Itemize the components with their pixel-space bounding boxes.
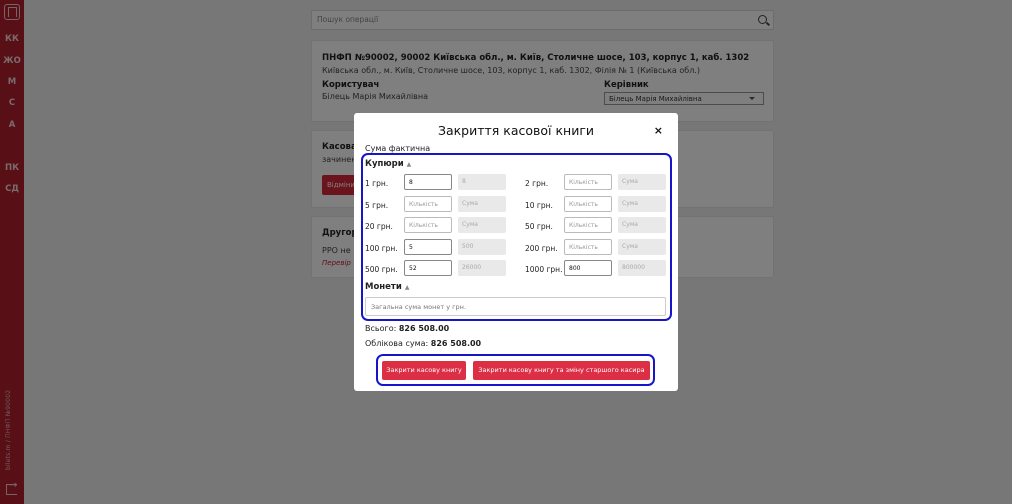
- bill-qty-input[interactable]: 5: [404, 239, 452, 255]
- bill-qty-input[interactable]: 8: [404, 174, 452, 190]
- coins-total-input[interactable]: Загальна сума монет у грн.: [365, 297, 666, 316]
- bill-qty-input[interactable]: Кількість: [404, 217, 452, 233]
- chevron-up-icon: ▲: [404, 284, 410, 291]
- bill-qty-input[interactable]: Кількість: [404, 196, 452, 212]
- total-value: 826 508.00: [398, 324, 450, 333]
- bill-label: 500 грн.: [365, 265, 398, 274]
- total-row: Всього: 826 508.00: [365, 324, 449, 333]
- bill-sum-field: Сума: [618, 196, 666, 212]
- close-icon[interactable]: ×: [654, 124, 663, 137]
- bill-qty-input[interactable]: Кількість: [564, 239, 612, 255]
- bill-sum-field: Сума: [618, 239, 666, 255]
- bills-header[interactable]: Купюри ▲: [365, 159, 411, 169]
- bill-label: 100 грн.: [365, 244, 398, 253]
- bill-label: 1000 грн.: [525, 265, 563, 274]
- bill-sum-field: Сума: [458, 196, 506, 212]
- close-cashbook-button[interactable]: Закрити касову книгу: [382, 361, 466, 380]
- modal-title: Закриття касової книги: [437, 123, 595, 138]
- bill-sum-field: 8: [458, 174, 506, 190]
- bills-header-label: Купюри: [365, 159, 404, 169]
- bill-sum-field: 500: [458, 239, 506, 255]
- bill-qty-input[interactable]: Кількість: [564, 174, 612, 190]
- bill-sum-field: Сума: [458, 217, 506, 233]
- account-sum-value: 826 508.00: [430, 339, 482, 348]
- account-sum-label: Облікова сума:: [365, 339, 429, 348]
- bill-label: 5 грн.: [365, 201, 389, 210]
- bill-qty-input[interactable]: Кількість: [564, 196, 612, 212]
- coins-header-label: Монети: [365, 282, 402, 292]
- bill-qty-input[interactable]: 52: [404, 260, 452, 276]
- bill-sum-field: Сума: [618, 174, 666, 190]
- close-cashbook-and-shift-button[interactable]: Закрити касову книгу та зміну старшого к…: [473, 361, 650, 380]
- bill-label: 1 грн.: [365, 179, 389, 188]
- total-label: Всього:: [365, 324, 397, 333]
- bill-label: 10 грн.: [525, 201, 553, 210]
- bill-qty-input[interactable]: Кількість: [564, 217, 612, 233]
- bill-label: 2 грн.: [525, 179, 549, 188]
- actual-sum-label: Сума фактична: [365, 144, 431, 153]
- bill-label: 20 грн.: [365, 222, 393, 231]
- bill-label: 50 грн.: [525, 222, 553, 231]
- close-cashbook-modal: Закриття касової книги × Сума фактична К…: [354, 113, 678, 391]
- bill-sum-field: 26000: [458, 260, 506, 276]
- bill-sum-field: Сума: [618, 217, 666, 233]
- account-sum-row: Облікова сума: 826 508.00: [365, 339, 481, 348]
- bill-label: 200 грн.: [525, 244, 558, 253]
- chevron-up-icon: ▲: [406, 161, 412, 168]
- bill-qty-input[interactable]: 800: [564, 260, 612, 276]
- coins-header[interactable]: Монети ▲: [365, 282, 409, 292]
- bill-sum-field: 800000: [618, 260, 666, 276]
